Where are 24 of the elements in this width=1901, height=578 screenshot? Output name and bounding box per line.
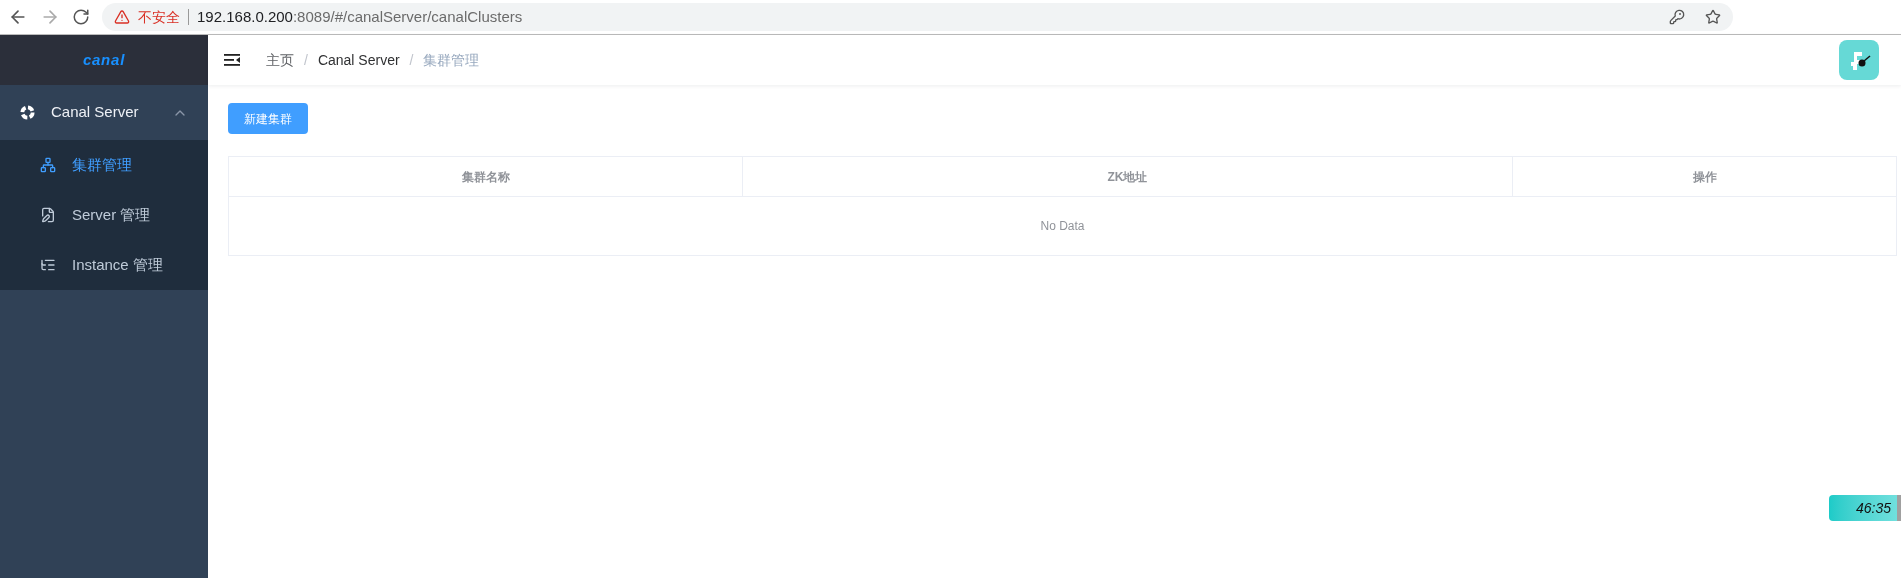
menu-group[interactable]: Canal Server: [0, 85, 208, 140]
sidebar-item[interactable]: Instance 管理: [0, 240, 208, 290]
sidebar-item[interactable]: Server 管理: [0, 190, 208, 240]
lifebuoy-icon: [20, 105, 35, 120]
logo: canal: [82, 49, 126, 70]
key-icon[interactable]: [1669, 9, 1685, 25]
breadcrumb-separator: /: [409, 50, 414, 70]
empty-text: No Data: [1040, 218, 1085, 235]
security-label: 不安全: [138, 7, 180, 27]
column-header: 操作: [1691, 168, 1718, 186]
column-header: ZK地址: [743, 157, 1513, 196]
sidebar-item[interactable]: 集群管理: [0, 140, 208, 190]
breadcrumb-item: 集群管理: [423, 50, 480, 70]
breadcrumb-item[interactable]: Canal Server: [317, 49, 400, 71]
reload-icon[interactable]: [72, 8, 90, 26]
avatar-icon[interactable]: [1839, 40, 1879, 80]
column-header: 集群名称: [229, 157, 743, 196]
breadcrumb-item[interactable]: 主页: [266, 49, 294, 71]
warning-icon: [114, 9, 130, 25]
address-bar[interactable]: 不安全 192.168.0.200:8089/#/canalServer/canalClusters: [102, 3, 1733, 31]
url-text: 192.168.0.200:8089/#/canalServer/canalClusters: [197, 6, 523, 27]
breadcrumb-separator: /: [304, 50, 308, 70]
star-icon[interactable]: [1705, 9, 1721, 25]
timer-badge: 46:35: [1829, 495, 1901, 521]
